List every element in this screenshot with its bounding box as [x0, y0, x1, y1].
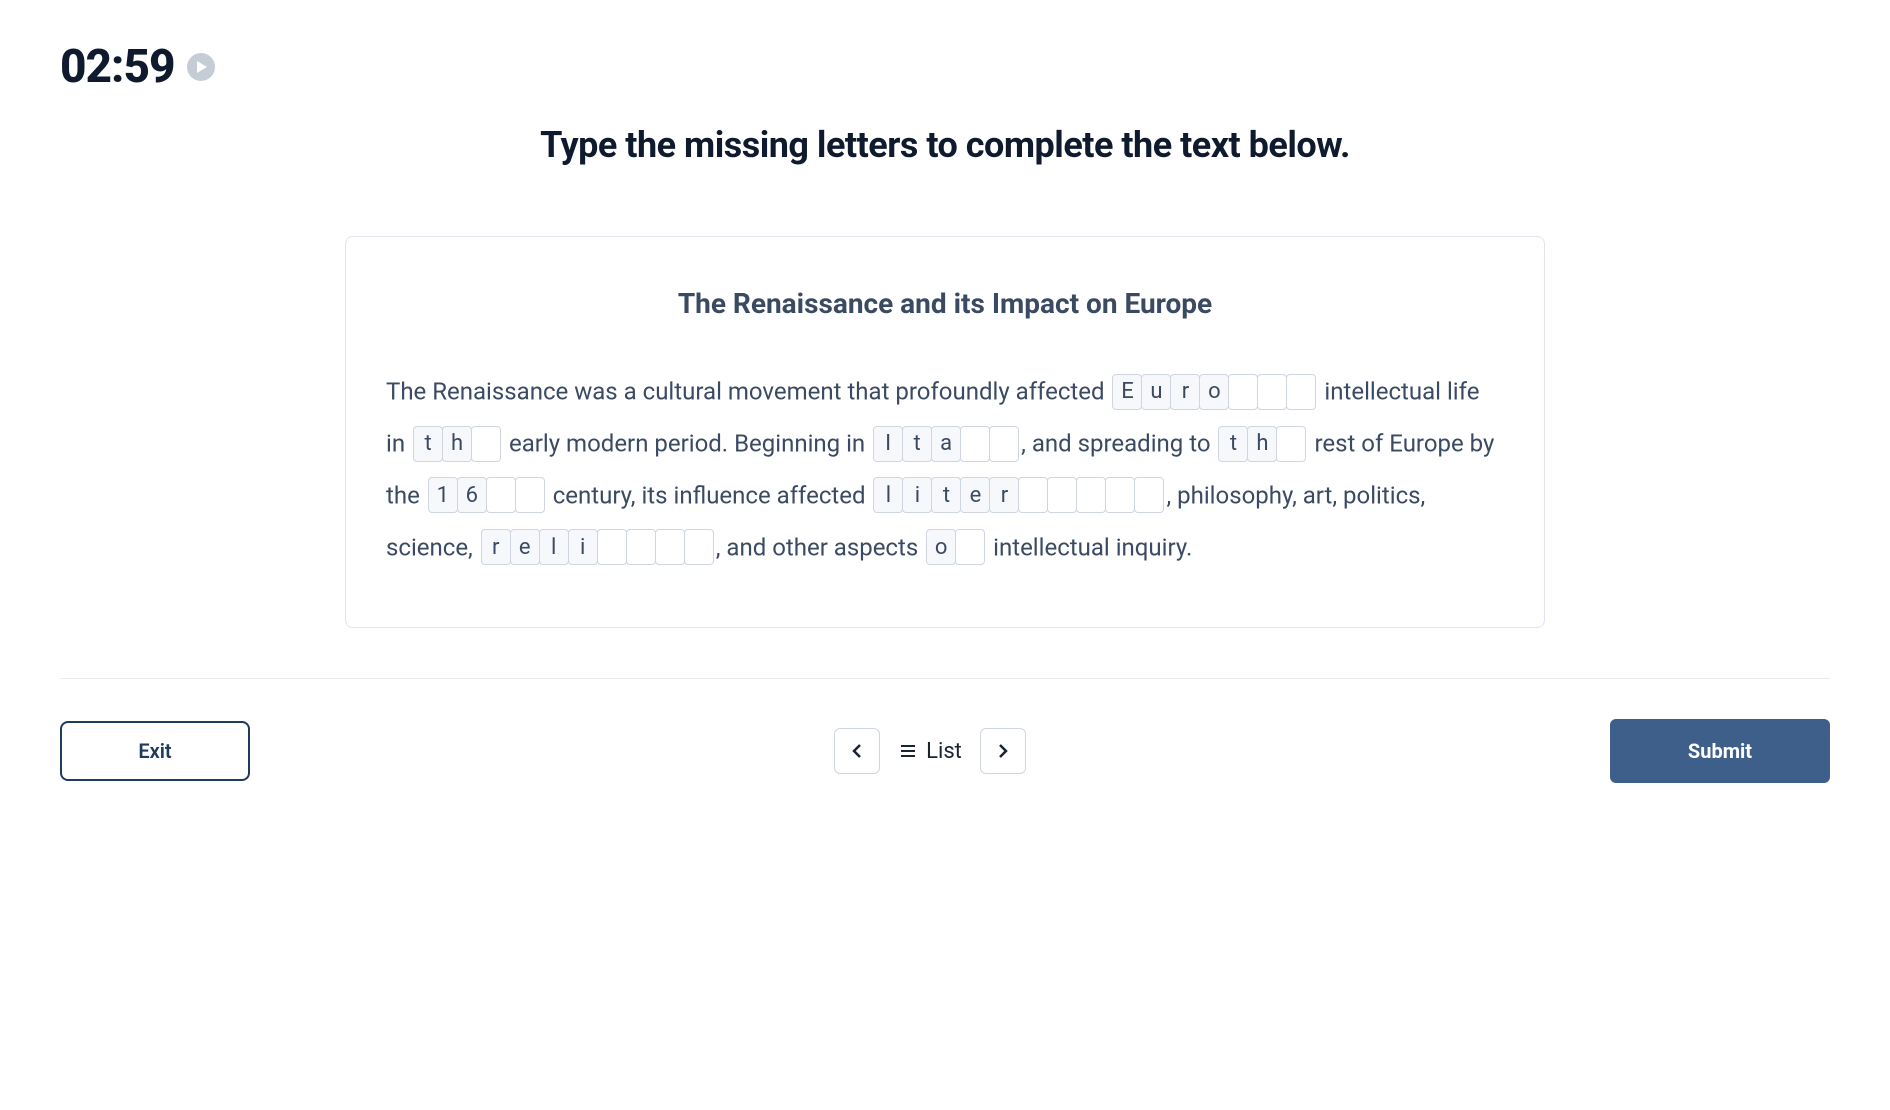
- letter-input[interactable]: [955, 529, 985, 565]
- passage-text: early modern period. Beginning in: [503, 429, 871, 457]
- letter-input[interactable]: [902, 426, 932, 462]
- play-icon: [196, 61, 208, 73]
- letter-input[interactable]: [960, 426, 990, 462]
- word-blank: [428, 477, 545, 513]
- letter-input[interactable]: [442, 426, 472, 462]
- passage-text: , and spreading to: [1021, 429, 1216, 457]
- word-blank: [481, 529, 714, 565]
- passage-body: The Renaissance was a cultural movement …: [386, 365, 1504, 572]
- letter-input[interactable]: [873, 426, 903, 462]
- letter-input[interactable]: [1112, 374, 1142, 410]
- question-card: The Renaissance and its Impact on Europe…: [345, 236, 1545, 628]
- footer-bar: Exit List Submit: [60, 719, 1830, 783]
- passage-title: The Renaissance and its Impact on Europe: [386, 287, 1504, 320]
- list-button[interactable]: List: [898, 739, 962, 764]
- letter-input[interactable]: [486, 477, 516, 513]
- word-blank: [873, 426, 1019, 462]
- letter-input[interactable]: [597, 529, 627, 565]
- letter-input[interactable]: [684, 529, 714, 565]
- letter-input[interactable]: [989, 477, 1019, 513]
- passage-text: The Renaissance was a cultural movement …: [386, 377, 1110, 405]
- letter-input[interactable]: [626, 529, 656, 565]
- letter-input[interactable]: [931, 477, 961, 513]
- timer-display: 02:59: [60, 40, 175, 94]
- letter-input[interactable]: [515, 477, 545, 513]
- exit-button[interactable]: Exit: [60, 721, 250, 781]
- letter-input[interactable]: [1247, 426, 1277, 462]
- passage-text: intellectual inquiry.: [987, 533, 1192, 561]
- passage-text: century, its influence affected: [547, 481, 872, 509]
- word-blank: [926, 529, 985, 565]
- chevron-right-icon: [995, 743, 1011, 759]
- letter-input[interactable]: [481, 529, 511, 565]
- letter-input[interactable]: [428, 477, 458, 513]
- submit-button[interactable]: Submit: [1610, 719, 1830, 783]
- timer-row: 02:59: [60, 40, 1830, 94]
- letter-input[interactable]: [655, 529, 685, 565]
- letter-input[interactable]: [989, 426, 1019, 462]
- letter-input[interactable]: [510, 529, 540, 565]
- letter-input[interactable]: [1199, 374, 1229, 410]
- list-label: List: [926, 739, 962, 764]
- letter-input[interactable]: [926, 529, 956, 565]
- letter-input[interactable]: [902, 477, 932, 513]
- word-blank: [1218, 426, 1306, 462]
- prev-button[interactable]: [834, 728, 880, 774]
- chevron-left-icon: [849, 743, 865, 759]
- letter-input[interactable]: [1134, 477, 1164, 513]
- letter-input[interactable]: [960, 477, 990, 513]
- letter-input[interactable]: [1286, 374, 1316, 410]
- word-blank: [1112, 374, 1316, 410]
- letter-input[interactable]: [1018, 477, 1048, 513]
- center-nav: List: [834, 728, 1026, 774]
- letter-input[interactable]: [931, 426, 961, 462]
- next-button[interactable]: [980, 728, 1026, 774]
- letter-input[interactable]: [471, 426, 501, 462]
- play-button[interactable]: [187, 53, 215, 81]
- letter-input[interactable]: [1105, 477, 1135, 513]
- list-icon: [898, 741, 918, 761]
- letter-input[interactable]: [457, 477, 487, 513]
- letter-input[interactable]: [1141, 374, 1171, 410]
- passage-text: , and other aspects: [716, 533, 924, 561]
- letter-input[interactable]: [1170, 374, 1200, 410]
- letter-input[interactable]: [568, 529, 598, 565]
- letter-input[interactable]: [413, 426, 443, 462]
- instruction-heading: Type the missing letters to complete the…: [60, 124, 1830, 166]
- letter-input[interactable]: [1228, 374, 1258, 410]
- letter-input[interactable]: [1257, 374, 1287, 410]
- letter-input[interactable]: [873, 477, 903, 513]
- letter-input[interactable]: [1276, 426, 1306, 462]
- letter-input[interactable]: [1047, 477, 1077, 513]
- letter-input[interactable]: [1218, 426, 1248, 462]
- divider: [60, 678, 1830, 679]
- word-blank: [413, 426, 501, 462]
- letter-input[interactable]: [539, 529, 569, 565]
- word-blank: [873, 477, 1164, 513]
- letter-input[interactable]: [1076, 477, 1106, 513]
